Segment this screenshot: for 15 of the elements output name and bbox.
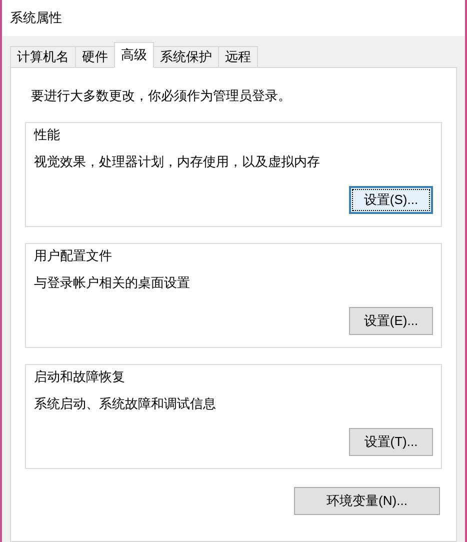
window-title: 系统属性 <box>10 9 62 28</box>
group-title: 性能 <box>34 126 61 144</box>
tab[interactable]: 计算机名 <box>10 46 76 68</box>
notice-text: 要进行大多数更改，你必须作为管理员登录。 <box>30 87 292 105</box>
group-description: 与登录帐户相关的桌面设置 <box>34 274 191 292</box>
settings-button[interactable]: 环境变量(N)... <box>294 486 440 514</box>
tab[interactable]: 远程 <box>218 46 258 68</box>
tab[interactable]: 高级 <box>114 42 154 68</box>
settings-button[interactable]: 设置(S)... <box>349 186 433 214</box>
settings-button[interactable]: 设置(E)... <box>349 306 433 334</box>
group-title: 用户配置文件 <box>34 246 113 264</box>
settings-button[interactable]: 设置(T)... <box>349 428 433 456</box>
group-title: 启动和故障恢复 <box>34 368 126 386</box>
group-description: 系统启动、系统故障和调试信息 <box>34 395 217 413</box>
group-description: 视觉效果，处理器计划，内存使用，以及虚拟内存 <box>34 153 321 171</box>
